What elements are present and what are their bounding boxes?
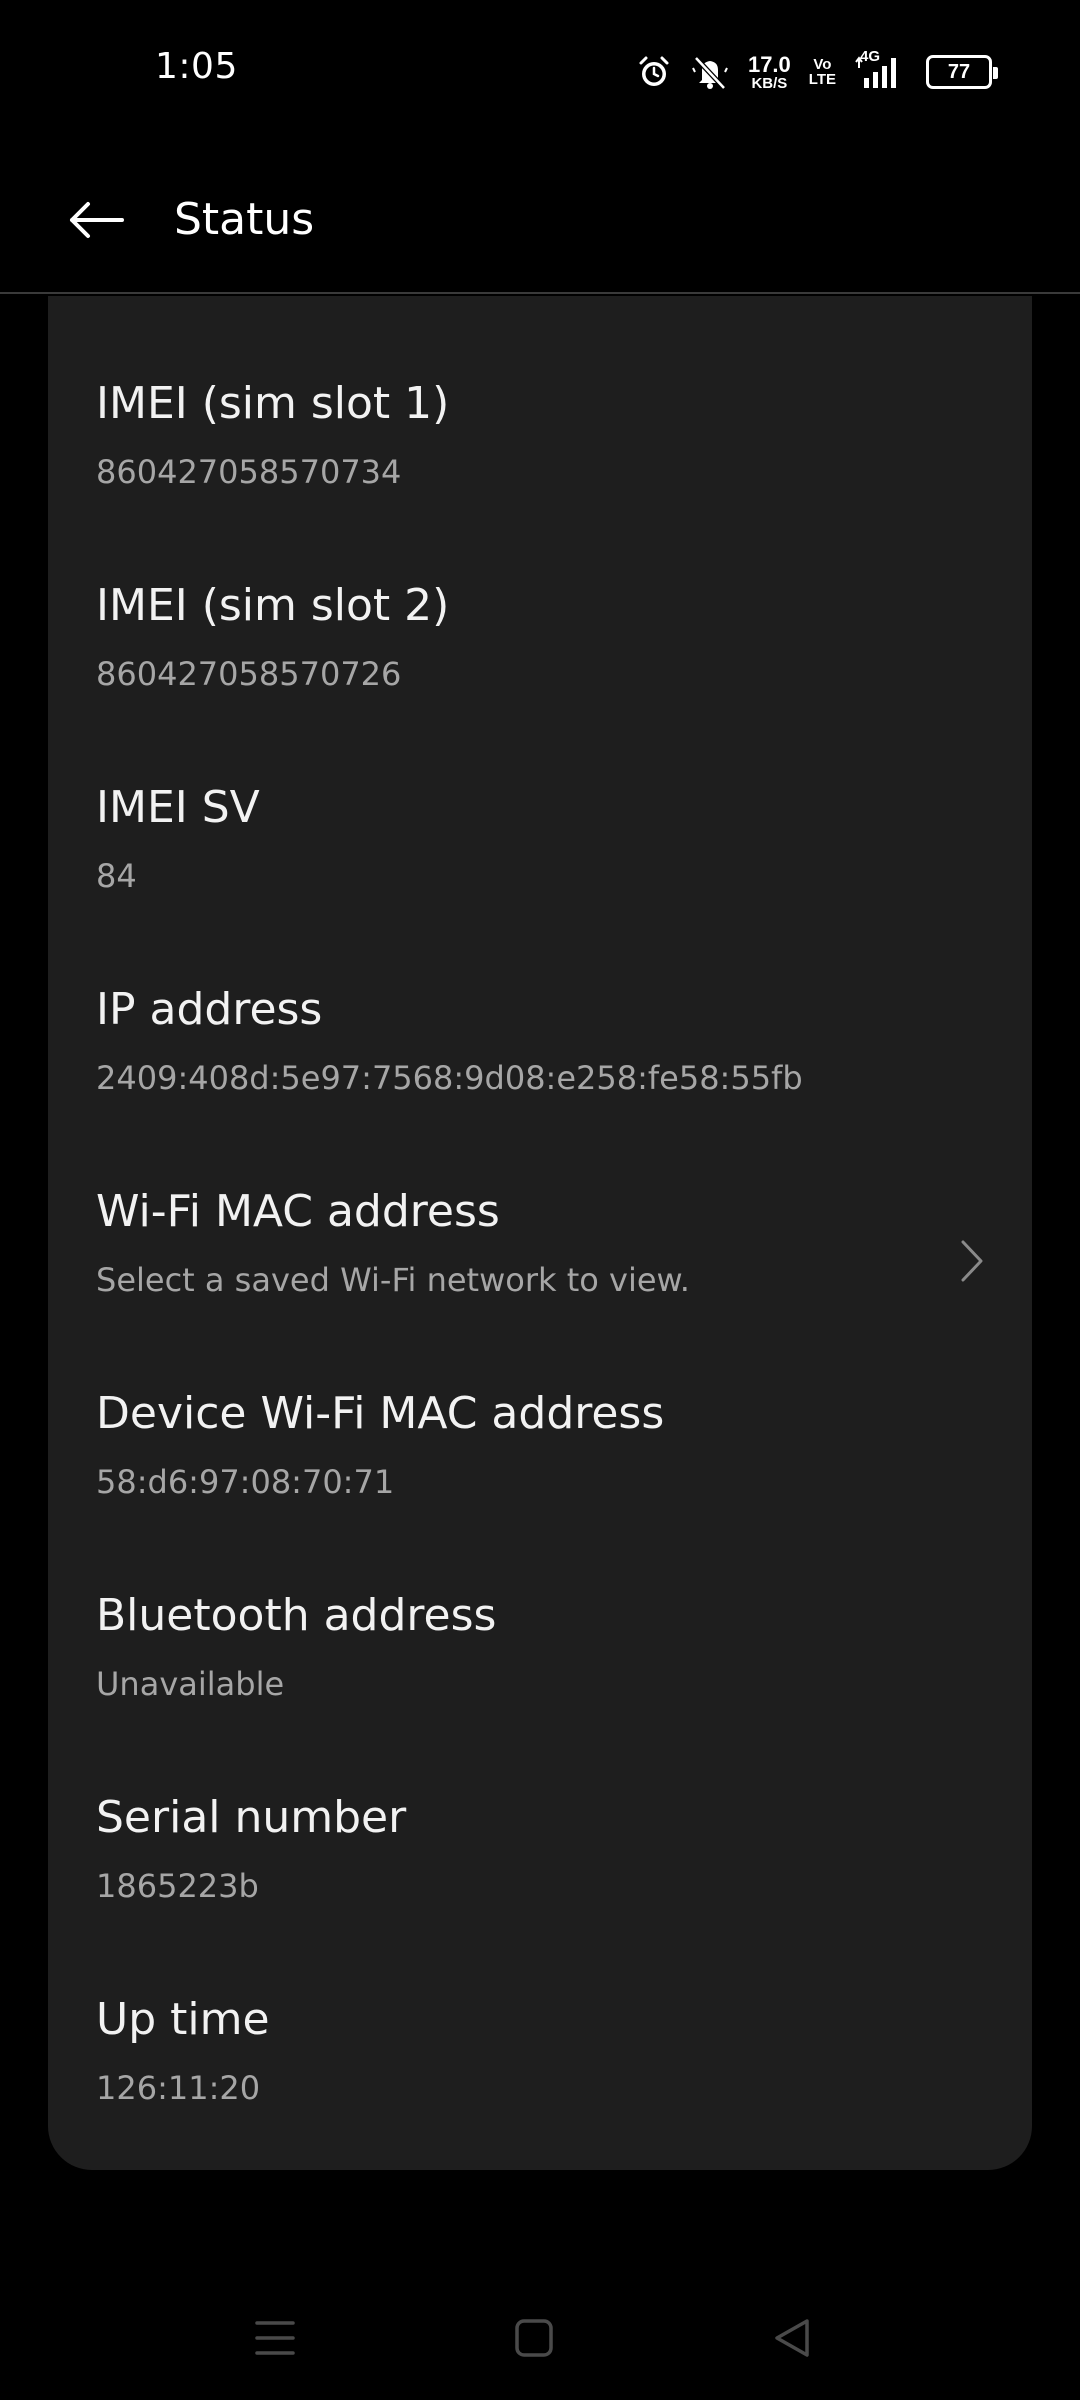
menu-icon bbox=[255, 2321, 295, 2355]
item-title: IMEI (sim slot 1) bbox=[96, 378, 450, 429]
item-value: 58:d6:97:08:70:71 bbox=[96, 1463, 395, 1501]
list-item-bluetooth-address[interactable]: Bluetooth address Unavailable bbox=[48, 1508, 1032, 1710]
item-title: IMEI SV bbox=[96, 782, 260, 833]
alarm-icon bbox=[636, 54, 672, 90]
list-item-wifi-mac-address[interactable]: Wi-Fi MAC address Select a saved Wi-Fi n… bbox=[48, 1104, 1032, 1306]
list-item-up-time[interactable]: Up time 126:11:20 bbox=[48, 1912, 1032, 2114]
volte-bottom: LTE bbox=[808, 71, 836, 88]
network-type: 4G bbox=[860, 48, 881, 65]
page-title: Status bbox=[174, 194, 315, 245]
item-value: 84 bbox=[96, 857, 137, 895]
chevron-right-icon bbox=[952, 1236, 992, 1286]
back-triangle-icon bbox=[775, 2319, 809, 2357]
mute-icon bbox=[690, 54, 730, 90]
item-title: Up time bbox=[96, 1994, 270, 2045]
item-title: IP address bbox=[96, 984, 323, 1035]
status-time: 1:05 bbox=[155, 46, 238, 87]
list-item-serial-number[interactable]: Serial number 1865223b bbox=[48, 1710, 1032, 1912]
toolbar: Status bbox=[0, 150, 1080, 294]
list-item-device-wifi-mac[interactable]: Device Wi-Fi MAC address 58:d6:97:08:70:… bbox=[48, 1306, 1032, 1508]
item-value: 126:11:20 bbox=[96, 2069, 261, 2107]
item-value: 860427058570734 bbox=[96, 453, 402, 491]
back-button[interactable] bbox=[56, 180, 136, 260]
item-title: Serial number bbox=[96, 1792, 407, 1843]
list-item-imei-slot-2[interactable]: IMEI (sim slot 2) 860427058570726 bbox=[48, 498, 1032, 700]
home-icon bbox=[515, 2319, 553, 2357]
volte-indicator: Vo LTE bbox=[809, 57, 836, 87]
item-title: Bluetooth address bbox=[96, 1590, 497, 1641]
item-value: Select a saved Wi-Fi network to view. bbox=[96, 1261, 690, 1299]
screen: 1:05 17.0 KB/S Vo LTE 4G 77 Status IMEI … bbox=[0, 0, 1080, 2400]
net-speed-value: 17.0 bbox=[747, 51, 791, 77]
item-value: 1865223b bbox=[96, 1867, 259, 1905]
item-title: Device Wi-Fi MAC address bbox=[96, 1388, 665, 1439]
item-value: Unavailable bbox=[96, 1665, 285, 1703]
network-speed: 17.0 KB/S bbox=[747, 51, 791, 92]
item-value: 2409:408d:5e97:7568:9d08:e258:fe58:55fb bbox=[96, 1059, 803, 1097]
item-title: IMEI (sim slot 2) bbox=[96, 580, 450, 631]
recents-button[interactable] bbox=[235, 2298, 315, 2378]
list-item-ip-address[interactable]: IP address 2409:408d:5e97:7568:9d08:e258… bbox=[48, 902, 1032, 1104]
item-value: 860427058570726 bbox=[96, 655, 402, 693]
home-button[interactable] bbox=[494, 2298, 574, 2378]
battery-level: 77 bbox=[947, 60, 971, 83]
status-list-card: IMEI (sim slot 1) 860427058570734 IMEI (… bbox=[48, 296, 1032, 2170]
signal-icon: 4G bbox=[854, 48, 908, 90]
navigation-bar bbox=[0, 2280, 1080, 2390]
status-icons: 17.0 KB/S Vo LTE 4G 77 bbox=[636, 48, 998, 94]
status-bar: 1:05 17.0 KB/S Vo LTE 4G 77 bbox=[0, 0, 1080, 140]
arrow-left-icon bbox=[70, 202, 124, 238]
battery-icon: 77 bbox=[926, 55, 998, 89]
back-nav-button[interactable] bbox=[752, 2298, 832, 2378]
volte-top: Vo bbox=[813, 56, 832, 73]
item-title: Wi-Fi MAC address bbox=[96, 1186, 500, 1237]
net-speed-unit: KB/S bbox=[751, 74, 788, 92]
list-item-imei-slot-1[interactable]: IMEI (sim slot 1) 860427058570734 bbox=[48, 296, 1032, 498]
list-item-imei-sv[interactable]: IMEI SV 84 bbox=[48, 700, 1032, 902]
